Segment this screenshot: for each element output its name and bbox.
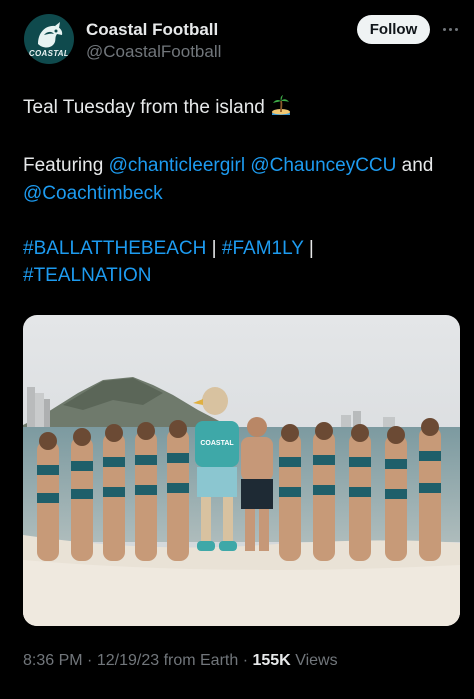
display-name[interactable]: Coastal Football xyxy=(86,20,218,40)
tweet-photo[interactable]: COASTAL xyxy=(23,315,460,626)
and-label: and xyxy=(401,155,434,176)
mention-chanticleergirl[interactable]: @chanticleergirl xyxy=(109,155,246,176)
account-avatar[interactable]: COASTAL xyxy=(24,14,74,64)
mention-coachtimbeck[interactable]: @Coachtimbeck xyxy=(23,183,163,204)
account-handle[interactable]: @CoastalFootball xyxy=(86,42,221,62)
hashtag-fam1ly[interactable]: #FAM1LY xyxy=(222,238,304,259)
more-options-icon[interactable] xyxy=(440,20,460,38)
meta-separator: · xyxy=(242,652,249,669)
desert-island-icon xyxy=(270,94,292,125)
tweet-header: COASTAL Coastal Football @CoastalFootbal… xyxy=(0,0,474,80)
tweet-time[interactable]: 8:36 PM xyxy=(23,652,83,669)
tweet-intro: Teal Tuesday from the island xyxy=(23,97,265,118)
follow-button[interactable]: Follow xyxy=(357,15,430,44)
tweet-source: from Earth xyxy=(163,652,239,669)
views-label: Views xyxy=(295,652,338,669)
tweet-text: Teal Tuesday from the island Featuring @… xyxy=(23,94,463,290)
hashtag-ballatthebeach[interactable]: #BALLATTHEBEACH xyxy=(23,238,206,259)
tweet-meta: 8:36 PM · 12/19/23 from Earth · 155K Vie… xyxy=(23,652,338,670)
mention-chaunceyccu[interactable]: @ChaunceyCCU xyxy=(250,155,396,176)
tweet-line-hashtags: #BALLATTHEBEACH | #FAM1LY | xyxy=(23,235,463,263)
meta-separator: · xyxy=(87,652,93,669)
views-count[interactable]: 155K xyxy=(252,652,290,669)
beach-group-photo: COASTAL xyxy=(23,315,460,626)
hashtag-tealnation[interactable]: #TEALNATION xyxy=(23,265,151,286)
tweet-line-featuring: Featuring @chanticleergirl @ChaunceyCCU … xyxy=(23,152,463,180)
tweet-line-hashtags-2: #TEALNATION xyxy=(23,262,463,290)
tweet-line-1: Teal Tuesday from the island xyxy=(23,94,463,125)
tweet-line-coach: @Coachtimbeck xyxy=(23,180,463,208)
featuring-label: Featuring xyxy=(23,155,104,176)
avatar-label: COASTAL xyxy=(28,49,70,58)
hashtag-separator: | xyxy=(211,237,217,259)
tweet-date[interactable]: 12/19/23 xyxy=(97,652,159,669)
svg-text:COASTAL: COASTAL xyxy=(200,440,234,447)
hashtag-separator: | xyxy=(308,237,314,259)
